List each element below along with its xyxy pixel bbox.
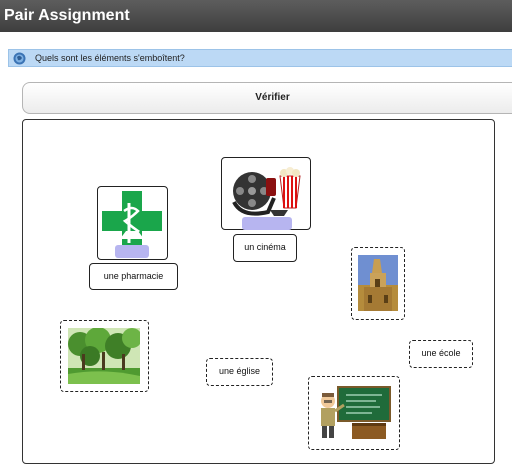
park-trees-image [68, 328, 140, 384]
church-card[interactable] [351, 247, 405, 320]
teacher-chalkboard-image [321, 386, 391, 439]
pharmacy-label[interactable]: une pharmacie [89, 263, 178, 290]
school-label[interactable]: une école [409, 340, 473, 368]
park-card[interactable] [60, 320, 149, 392]
help-globe-icon [13, 52, 26, 65]
question-text: Quels sont les éléments s'emboîtent? [35, 53, 185, 63]
cinema-label[interactable]: un cinéma [233, 234, 297, 262]
matching-board: un cinéma une pharmacie une église une é… [22, 119, 495, 464]
window-title: Pair Assignment [0, 0, 512, 32]
cinema-drag-handle[interactable] [242, 217, 292, 230]
check-button[interactable]: Vérifier [22, 82, 512, 114]
church-label[interactable]: une église [206, 358, 273, 386]
pharmacy-drag-handle[interactable] [115, 245, 149, 258]
question-bar: Quels sont les éléments s'emboîtent? [8, 49, 512, 67]
church-tower-image [358, 255, 398, 311]
school-card[interactable] [308, 376, 400, 450]
